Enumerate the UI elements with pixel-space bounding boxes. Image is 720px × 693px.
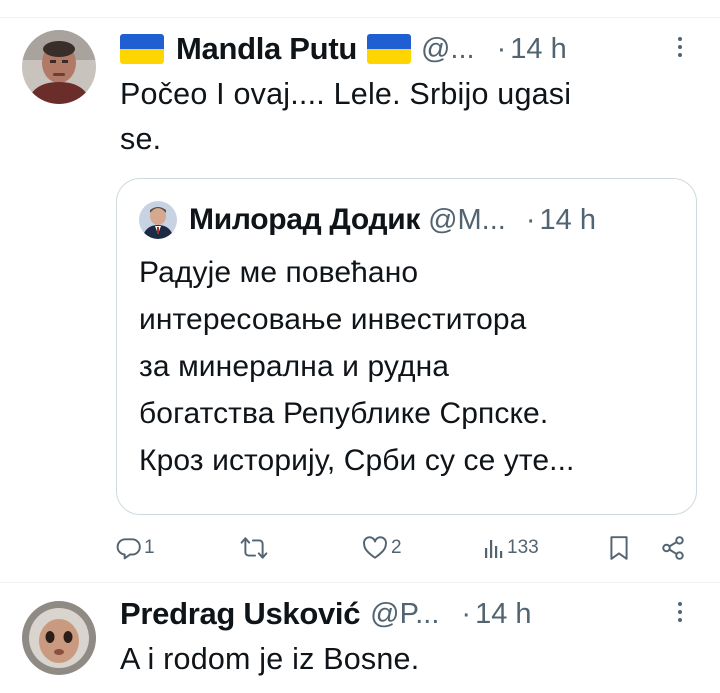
repost-button[interactable] <box>240 528 268 568</box>
quoted-text-line: Кроз историју, Срби су се уте... <box>139 444 575 477</box>
quoted-text-line: за минерална и рудна <box>139 350 450 383</box>
quoted-tweet-text: Радује ме повећано интересовање инвестит… <box>139 249 676 484</box>
timestamp[interactable]: 14 h <box>475 598 531 631</box>
ukraine-flag-icon <box>120 34 164 64</box>
more-options-icon[interactable] <box>670 33 690 63</box>
quoted-text-line: интересовање инвеститора <box>139 303 527 336</box>
heart-icon <box>363 536 387 559</box>
avatar[interactable] <box>22 30 96 104</box>
tweet-text-line: se. <box>120 122 162 156</box>
separator-dot: · <box>461 597 472 630</box>
man-in-suit-avatar-icon <box>139 201 177 239</box>
reply-icon <box>116 538 141 560</box>
tweet-text-line: A i rodom je iz Bosne. <box>120 642 420 676</box>
like-count: 2 <box>391 537 402 558</box>
more-options-icon[interactable] <box>670 598 690 628</box>
views-chart-icon <box>485 540 503 558</box>
author-name[interactable]: Predrag Usković <box>120 596 360 632</box>
avatar[interactable] <box>139 201 177 239</box>
tweet-actions: 1 2 133 <box>116 528 696 568</box>
repost-icon <box>240 537 268 559</box>
share-button[interactable] <box>660 528 686 568</box>
tweet-header: Mandla Putu @... · 14 h <box>120 29 690 69</box>
quoted-text-line: богатства Републике Српске. <box>139 397 549 430</box>
bookmark-icon <box>610 536 628 560</box>
author-handle[interactable]: @P... <box>370 598 439 631</box>
reply-button[interactable]: 1 <box>116 528 155 568</box>
tweet-reply[interactable]: Predrag Usković @P... · 14 h A i rodom j… <box>0 583 720 693</box>
reply-count: 1 <box>144 537 155 558</box>
views-count: 133 <box>507 537 539 558</box>
tweet-text: Počeo I ovaj.... Lele. Srbijo ugasi se. <box>120 72 680 162</box>
tweet-main[interactable]: Mandla Putu @... · 14 h Počeo I ovaj....… <box>0 0 720 582</box>
tweet-text-line: Počeo I ovaj.... Lele. Srbijo ugasi <box>120 77 572 111</box>
separator-dot: · <box>525 203 536 236</box>
child-face-avatar-icon <box>22 601 96 675</box>
like-button[interactable]: 2 <box>362 528 402 568</box>
bookmark-button[interactable] <box>608 528 630 568</box>
share-icon <box>662 536 684 560</box>
quoted-author-name[interactable]: Милорад Додик <box>189 203 420 237</box>
man-portrait-avatar-icon <box>22 30 96 104</box>
author-name[interactable]: Mandla Putu <box>176 31 357 67</box>
quoted-timestamp[interactable]: 14 h <box>540 204 596 237</box>
avatar[interactable] <box>22 601 96 675</box>
quoted-tweet-card[interactable]: Милорад Додик @M... · 14 h Радује ме пов… <box>116 178 697 515</box>
quoted-text-line: Радује ме повећано <box>139 256 419 289</box>
ukraine-flag-icon <box>366 34 411 64</box>
author-handle[interactable]: @... <box>421 33 475 66</box>
tweet-text: A i rodom je iz Bosne. <box>120 637 680 682</box>
quoted-tweet-header: Милорад Додик @M... · 14 h <box>189 200 676 240</box>
tweet-header: Predrag Usković @P... · 14 h <box>120 594 690 634</box>
timestamp[interactable]: 14 h <box>510 33 566 66</box>
quoted-author-handle[interactable]: @M... <box>428 204 506 237</box>
views-button[interactable]: 133 <box>484 528 539 568</box>
separator-dot: · <box>496 32 507 65</box>
